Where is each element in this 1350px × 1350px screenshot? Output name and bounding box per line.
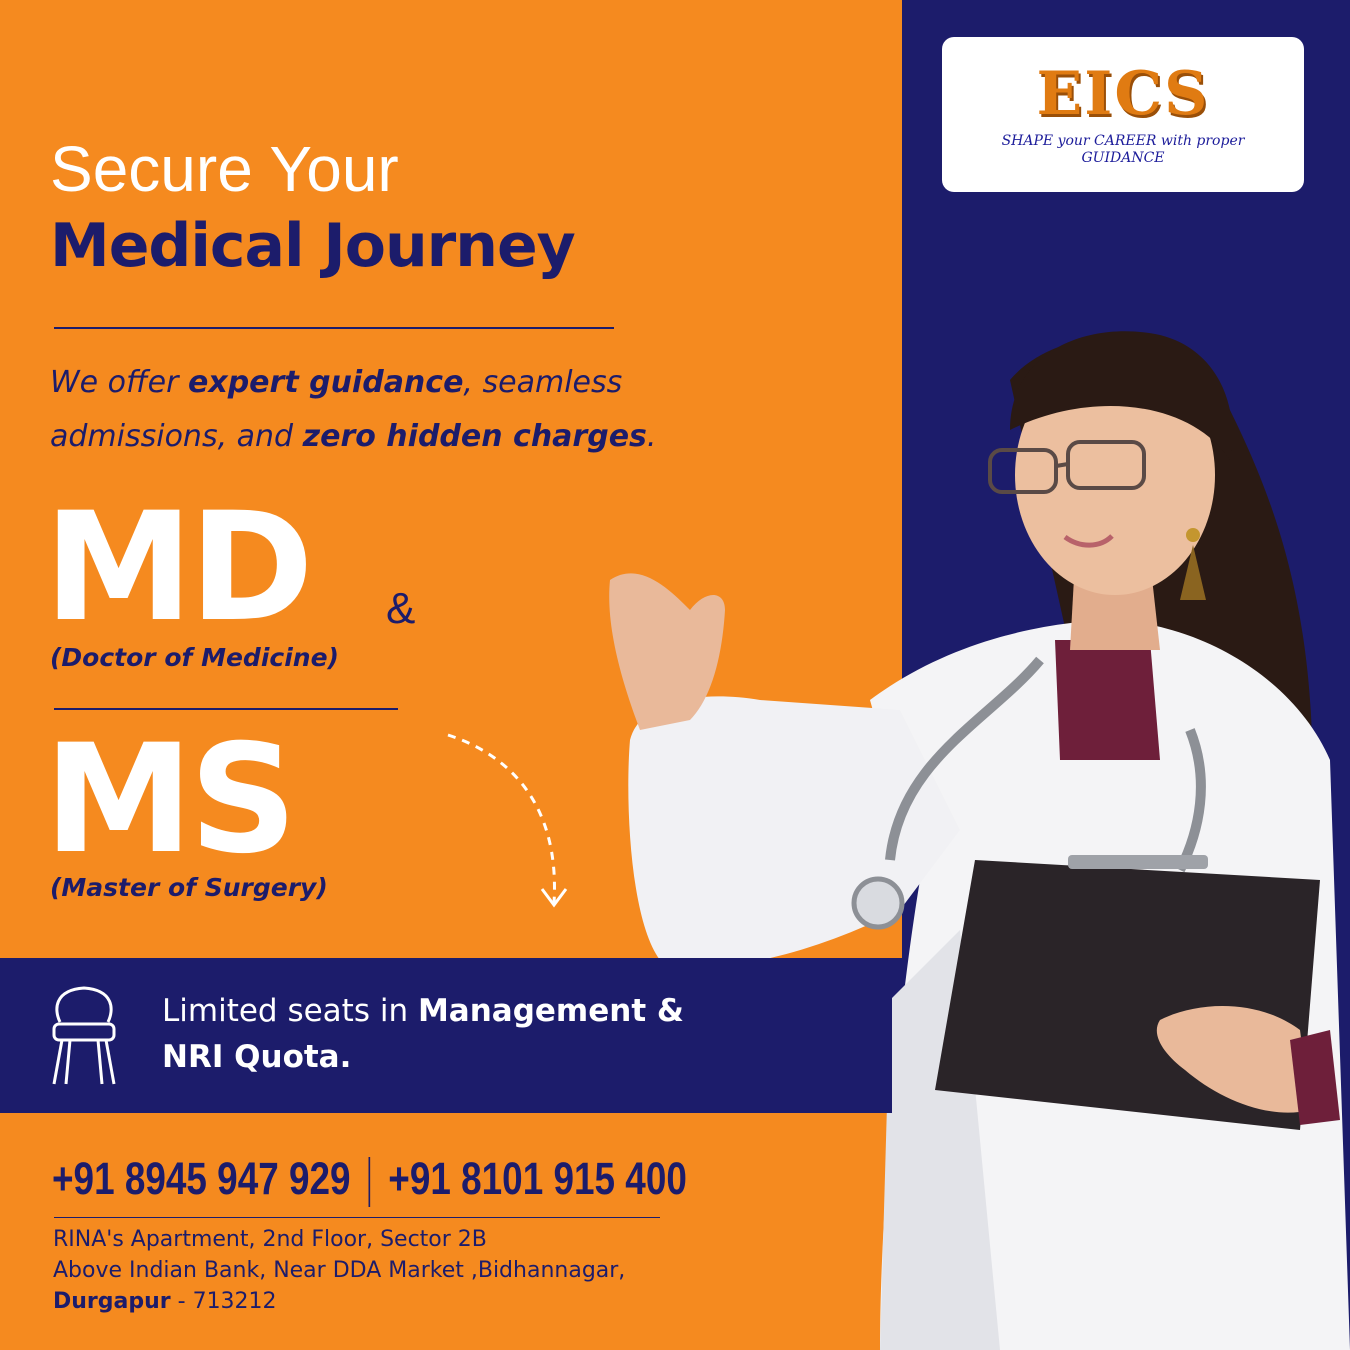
divider — [54, 1217, 660, 1218]
phone-1[interactable]: +91 8945 947 929 — [52, 1153, 351, 1204]
address-city: Durgapur — [53, 1289, 171, 1314]
address-line-2: Above Indian Bank, Near DDA Market ,Bidh… — [53, 1258, 626, 1283]
offer-text: We offer expert guidance, seamless admis… — [50, 356, 750, 464]
brand-logo: EICS — [1036, 59, 1210, 129]
offer-bold-2: zero hidden charges — [302, 419, 647, 454]
phone-2[interactable]: +91 8101 915 400 — [388, 1153, 687, 1204]
ms-title: MS — [44, 713, 297, 887]
orange-panel-edge — [892, 0, 902, 958]
navy-background — [892, 0, 1350, 1350]
seats-line-2: NRI Quota. — [162, 1034, 802, 1080]
headline-line-2: Medical Journey — [50, 211, 576, 281]
seats-text: Limited seats in Management & NRI Quota. — [162, 988, 802, 1080]
md-subtitle: (Doctor of Medicine) — [50, 643, 339, 672]
phone-numbers: +91 8945 947 929 +91 8101 915 400 — [52, 1150, 687, 1208]
dashed-arrow-icon — [447, 733, 568, 908]
tagline-line-1: SHAPE your CAREER with proper — [1001, 133, 1245, 149]
offer-part-3: . — [646, 419, 657, 454]
headline-line-1: Secure Your — [50, 133, 399, 205]
seats-bold-2: NRI Quota. — [162, 1039, 352, 1075]
brand-tagline: SHAPE your CAREER with proper GUIDANCE — [942, 133, 1304, 167]
tagline-line-2: GUIDANCE — [1081, 150, 1165, 166]
logo-card[interactable]: EICS SHAPE your CAREER with proper GUIDA… — [942, 37, 1304, 192]
ampersand: & — [386, 584, 416, 633]
address-pin: - 713212 — [170, 1289, 277, 1314]
chair-icon — [52, 986, 116, 1085]
offer-part-1: We offer — [50, 365, 188, 400]
address-line-1: RINA's Apartment, 2nd Floor, Sector 2B — [53, 1227, 487, 1252]
divider — [54, 327, 614, 329]
offer-bold-1: expert guidance — [188, 365, 464, 400]
seats-line-1: Limited seats in Management & — [162, 988, 802, 1034]
md-title: MD — [44, 481, 314, 655]
phone-separator — [368, 1157, 371, 1208]
seats-bold-1: Management & — [417, 993, 684, 1029]
address: RINA's Apartment, 2nd Floor, Sector 2B A… — [53, 1224, 625, 1317]
seats-part-1: Limited seats in — [162, 993, 418, 1029]
ms-subtitle: (Master of Surgery) — [50, 873, 328, 902]
address-line-3: Durgapur - 713212 — [53, 1286, 625, 1317]
